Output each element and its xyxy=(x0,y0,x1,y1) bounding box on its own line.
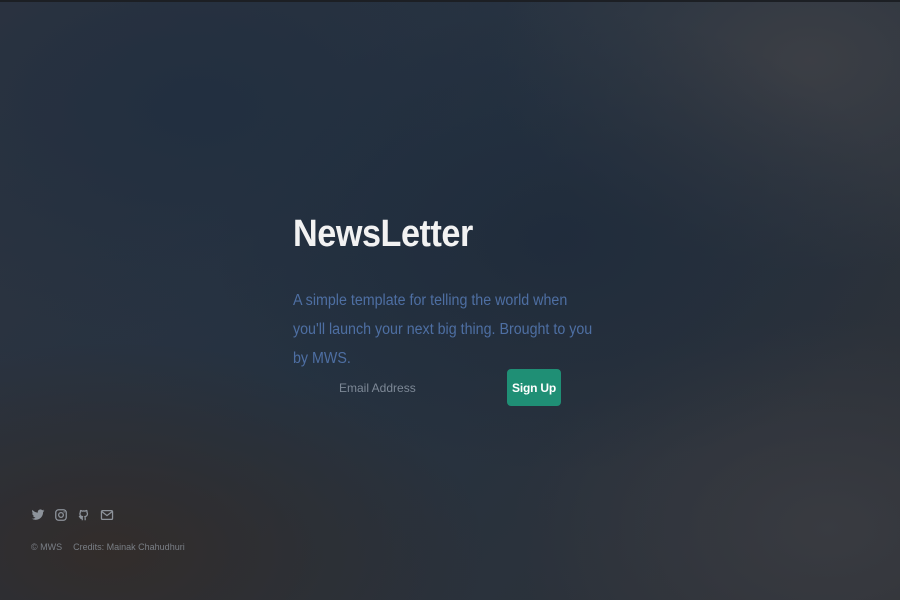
copyright-text: © MWS xyxy=(31,542,63,552)
credits-text: Credits: Mainak Chahudhuri xyxy=(73,542,185,552)
page-subtitle: A simple template for telling the world … xyxy=(293,292,593,367)
signup-form: Sign Up xyxy=(293,369,563,406)
hero-section: NewsLetter A simple template for telling… xyxy=(293,208,633,373)
footer-text: © MWS Credits: Mainak Chahudhuri xyxy=(31,542,185,552)
footer: © MWS Credits: Mainak Chahudhuri xyxy=(31,506,185,552)
github-icon[interactable] xyxy=(77,508,91,522)
page-title: NewsLetter xyxy=(293,213,473,255)
twitter-icon[interactable] xyxy=(31,508,45,522)
email-input[interactable] xyxy=(333,369,493,406)
sign-up-button[interactable]: Sign Up xyxy=(507,369,561,406)
instagram-icon[interactable] xyxy=(54,508,68,522)
top-border xyxy=(0,0,900,2)
email-icon[interactable] xyxy=(100,508,114,522)
social-links xyxy=(31,506,185,524)
